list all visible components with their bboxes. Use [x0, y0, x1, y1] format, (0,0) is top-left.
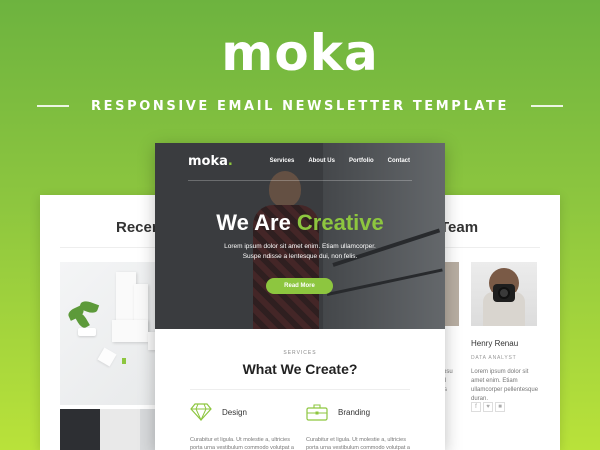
services-title: What We Create? [242, 361, 358, 377]
diamond-icon [190, 403, 212, 421]
linkedin-icon[interactable]: ■ [495, 402, 505, 412]
service-branding: Branding [306, 403, 370, 421]
member-description: Lorem ipsum dolor sit amet enim. Etiam u… [471, 369, 539, 402]
service-description: Curabitur et ligula. Ut molestie a, ultr… [306, 437, 410, 450]
facebook-icon[interactable]: f [471, 402, 481, 412]
email-preview-card: moka. Services About Us Portfolio Contac… [155, 143, 445, 450]
services-divider [190, 389, 410, 390]
tagline-divider-left [37, 105, 70, 107]
nav-services[interactable]: Services [270, 158, 295, 164]
read-more-button[interactable]: Read More [266, 278, 333, 294]
nav-about-us[interactable]: About Us [308, 158, 335, 164]
services-eyebrow: SERVICES [283, 350, 317, 356]
hero-overlay [155, 143, 445, 329]
tagline-row: RESPONSIVE EMAIL NEWSLETTER TEMPLATE [0, 96, 600, 116]
member-role: DATA ANALYST [471, 355, 517, 361]
email-logo[interactable]: moka. [188, 154, 233, 169]
tagline: RESPONSIVE EMAIL NEWSLETTER TEMPLATE [91, 98, 509, 114]
briefcase-icon [306, 404, 328, 421]
service-label: Design [222, 407, 247, 417]
tagline-divider-right [530, 105, 563, 107]
nav-divider [188, 180, 412, 181]
nav-portfolio[interactable]: Portfolio [349, 158, 374, 164]
service-label: Branding [338, 407, 371, 417]
nav-contact[interactable]: Contact [388, 158, 410, 164]
service-description: Curabitur et ligula. Ut molestie a, ultr… [190, 437, 294, 450]
hero-section: moka. Services About Us Portfolio Contac… [155, 143, 445, 329]
dribbble-icon[interactable]: ♥ [483, 402, 493, 412]
team-member-photo [471, 262, 537, 326]
member-name: Henry Renau [471, 339, 519, 348]
social-links: f ♥ ■ [471, 402, 505, 412]
service-design: Design [190, 403, 247, 421]
email-nav: Services About Us Portfolio Contact [270, 158, 410, 164]
team-heading: Team [440, 219, 479, 236]
hero-text: Lorem ipsum dolor sit amet enim. Etiam u… [224, 243, 376, 260]
hero-title: We Are Creative [216, 210, 384, 235]
brand-logo: moka [221, 24, 379, 82]
